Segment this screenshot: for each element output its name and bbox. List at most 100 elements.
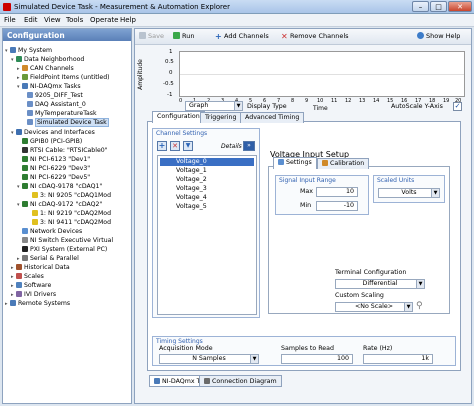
graph-type-select[interactable]: Graph ▼ bbox=[185, 101, 243, 111]
list-item[interactable]: Voltage_4 bbox=[160, 194, 254, 202]
menu-operate[interactable]: Operate bbox=[90, 16, 118, 24]
tree-item-fieldpoint[interactable]: ▸ FieldPoint Items (untitled) bbox=[17, 73, 110, 82]
tab-calibration[interactable]: Calibration bbox=[317, 158, 370, 169]
tree-item-scales[interactable]: ▸ Scales bbox=[11, 272, 44, 281]
run-button[interactable]: Run bbox=[173, 32, 194, 40]
tree-item-device[interactable]: NI PCI-6229 "Dev3" bbox=[17, 164, 90, 173]
add-channels-button[interactable]: + Add Channels bbox=[215, 32, 269, 41]
tree-item-module[interactable]: 3: NI 9205 "cDAQ1Mod bbox=[27, 191, 111, 200]
plus-icon: + bbox=[215, 32, 222, 41]
list-item[interactable]: Voltage_5 bbox=[160, 203, 254, 211]
rate-label: Rate (Hz) bbox=[363, 345, 393, 352]
tree-item-task-selected[interactable]: Simulated Device Task bbox=[27, 118, 109, 127]
add-channel-button[interactable]: + bbox=[157, 141, 167, 151]
tab-triggering[interactable]: Triggering bbox=[200, 112, 242, 123]
scaled-units-group: Scaled Units Volts ▼ bbox=[373, 175, 445, 203]
remove-channel-button[interactable]: ✕ bbox=[170, 141, 180, 151]
tree-item-ivi[interactable]: ▸ IVI Drivers bbox=[11, 290, 56, 299]
tab-connection-diagram[interactable]: Connection Diagram bbox=[199, 375, 282, 387]
x-tick: 0 bbox=[179, 98, 183, 104]
autoscale-checkbox[interactable]: ✓ bbox=[453, 102, 462, 111]
menu-view[interactable]: View bbox=[44, 16, 61, 24]
terminal-config-select[interactable]: Differential ▼ bbox=[335, 279, 425, 289]
custom-scaling-select[interactable]: <No Scale> ▼ bbox=[335, 302, 413, 312]
menu-edit[interactable]: Edit bbox=[24, 16, 38, 24]
tree-item-task[interactable]: MyTemperatureTask bbox=[27, 109, 97, 118]
task-icon bbox=[27, 92, 33, 98]
maximize-button[interactable]: □ bbox=[430, 1, 447, 12]
tree-item-device[interactable]: NI PCI-6229 "Dev5" bbox=[17, 173, 90, 182]
tree-item-device[interactable]: RTSI Cable: "RTSICable0" bbox=[17, 146, 108, 155]
rate-input[interactable]: 1k bbox=[363, 354, 433, 364]
save-icon bbox=[139, 32, 146, 39]
tree-item-remote[interactable]: ▸ Remote Systems bbox=[5, 299, 70, 308]
samples-to-read-input[interactable]: 100 bbox=[281, 354, 353, 364]
voltage-settings-panel: Settings Calibration Signal Input Range … bbox=[268, 157, 450, 314]
autoscale-label: AutoScale Y-Axis bbox=[391, 103, 443, 110]
chevron-down-icon: ▼ bbox=[416, 280, 424, 288]
list-item[interactable]: Voltage_2 bbox=[160, 176, 254, 184]
graph-ylabel: Amplitude bbox=[136, 59, 144, 90]
menu-help[interactable]: Help bbox=[120, 16, 136, 24]
tree-item-switch[interactable]: NI Switch Executive Virtual bbox=[17, 236, 113, 245]
save-button[interactable]: Save bbox=[139, 32, 164, 40]
scaled-units-select[interactable]: Volts ▼ bbox=[378, 188, 440, 198]
list-item[interactable]: Voltage_1 bbox=[160, 167, 254, 175]
remove-channels-button[interactable]: ✕ Remove Channels bbox=[281, 32, 349, 41]
signal-range-label: Signal Input Range bbox=[279, 177, 336, 184]
details-toggle-button[interactable]: » bbox=[243, 141, 255, 151]
channel-settings-group: Channel Settings + ✕ ▼ Details » Voltage… bbox=[152, 128, 260, 318]
move-down-button[interactable]: ▼ bbox=[183, 141, 193, 151]
max-input[interactable]: 10 bbox=[316, 187, 358, 197]
tree-item-serial[interactable]: ▸ Serial & Parallel bbox=[17, 254, 79, 263]
title-bar: Simulated Device Task - Measurement & Au… bbox=[0, 0, 474, 14]
channel-settings-label: Channel Settings bbox=[156, 130, 208, 137]
tab-settings[interactable]: Settings bbox=[273, 157, 317, 169]
minimize-button[interactable]: – bbox=[412, 1, 429, 12]
y-tick: -1 bbox=[167, 92, 173, 98]
chevron-down-icon: ▼ bbox=[431, 189, 439, 197]
tab-configuration[interactable]: Configuration bbox=[152, 111, 205, 123]
toolbar: Save Run + Add Channels ✕ Remove Channels … bbox=[135, 29, 471, 45]
terminal-config-label: Terminal Configuration bbox=[335, 269, 407, 276]
y-tick: 1 bbox=[169, 49, 173, 55]
tree-item-module[interactable]: 3: NI 9411 "cDAQ2Mod bbox=[27, 218, 111, 227]
tree-item-data-neighborhood[interactable]: ▾ Data Neighborhood bbox=[11, 55, 84, 64]
menu-file[interactable]: File bbox=[4, 16, 16, 24]
timing-settings-group: Timing Settings Acquisition Mode N Sampl… bbox=[152, 336, 456, 366]
min-input[interactable]: -10 bbox=[316, 201, 358, 211]
tree-item-device[interactable]: NI PCI-6123 "Dev1" bbox=[17, 155, 90, 164]
configuration-header: Configuration bbox=[3, 29, 131, 41]
module-icon bbox=[32, 192, 38, 198]
tree-item-task[interactable]: DAQ Assistant_0 bbox=[27, 100, 86, 109]
tree-item-device[interactable]: GPIB0 (PCI-GPIB) bbox=[17, 137, 82, 146]
tree-item-daqmx-tasks[interactable]: ▾ NI-DAQmx Tasks bbox=[17, 82, 81, 91]
menu-tools[interactable]: Tools bbox=[66, 16, 83, 24]
pxi-icon bbox=[22, 246, 28, 252]
tree-item-network-devices[interactable]: Network Devices bbox=[17, 227, 82, 236]
tree-item-historical[interactable]: ▸ Historical Data bbox=[11, 263, 70, 272]
tree-item-my-system[interactable]: ▾ My System bbox=[5, 46, 52, 55]
list-item[interactable]: Voltage_3 bbox=[160, 185, 254, 193]
tree-item-pxi[interactable]: PXI System (External PC) bbox=[17, 245, 107, 254]
app-icon bbox=[3, 3, 11, 11]
acquisition-mode-select[interactable]: N Samples ▼ bbox=[159, 354, 259, 364]
tree-item-can-channels[interactable]: ▸ CAN Channels bbox=[17, 64, 74, 73]
scale-wizard-icon[interactable]: ⚲ bbox=[416, 301, 427, 312]
close-button[interactable]: ✕ bbox=[448, 1, 472, 12]
tree-item-chassis[interactable]: ▾ NI cDAQ-9178 "cDAQ1" bbox=[17, 182, 102, 191]
x-tick: 13 bbox=[359, 98, 366, 104]
remove-icon: ✕ bbox=[281, 32, 288, 41]
remove-icon: ✕ bbox=[172, 142, 178, 150]
tree-item-chassis[interactable]: ▾ NI cDAQ-9172 "cDAQ2" bbox=[17, 200, 102, 209]
show-help-button[interactable]: Show Help bbox=[417, 32, 460, 40]
tree-item-task[interactable]: 9205_DIFF_Test bbox=[27, 91, 83, 100]
tree-item-software[interactable]: ▸ Software bbox=[11, 281, 51, 290]
tab-advanced-timing[interactable]: Advanced Timing bbox=[240, 112, 305, 123]
tree-item-devices[interactable]: ▾ Devices and Interfaces bbox=[11, 128, 95, 137]
tree-item-module[interactable]: 1: NI 9219 "cDAQ2Mod bbox=[27, 209, 111, 218]
list-item[interactable]: Voltage_0 bbox=[160, 158, 254, 166]
module-icon bbox=[32, 219, 38, 225]
remote-icon bbox=[10, 300, 16, 306]
timing-settings-label: Timing Settings bbox=[156, 338, 203, 345]
